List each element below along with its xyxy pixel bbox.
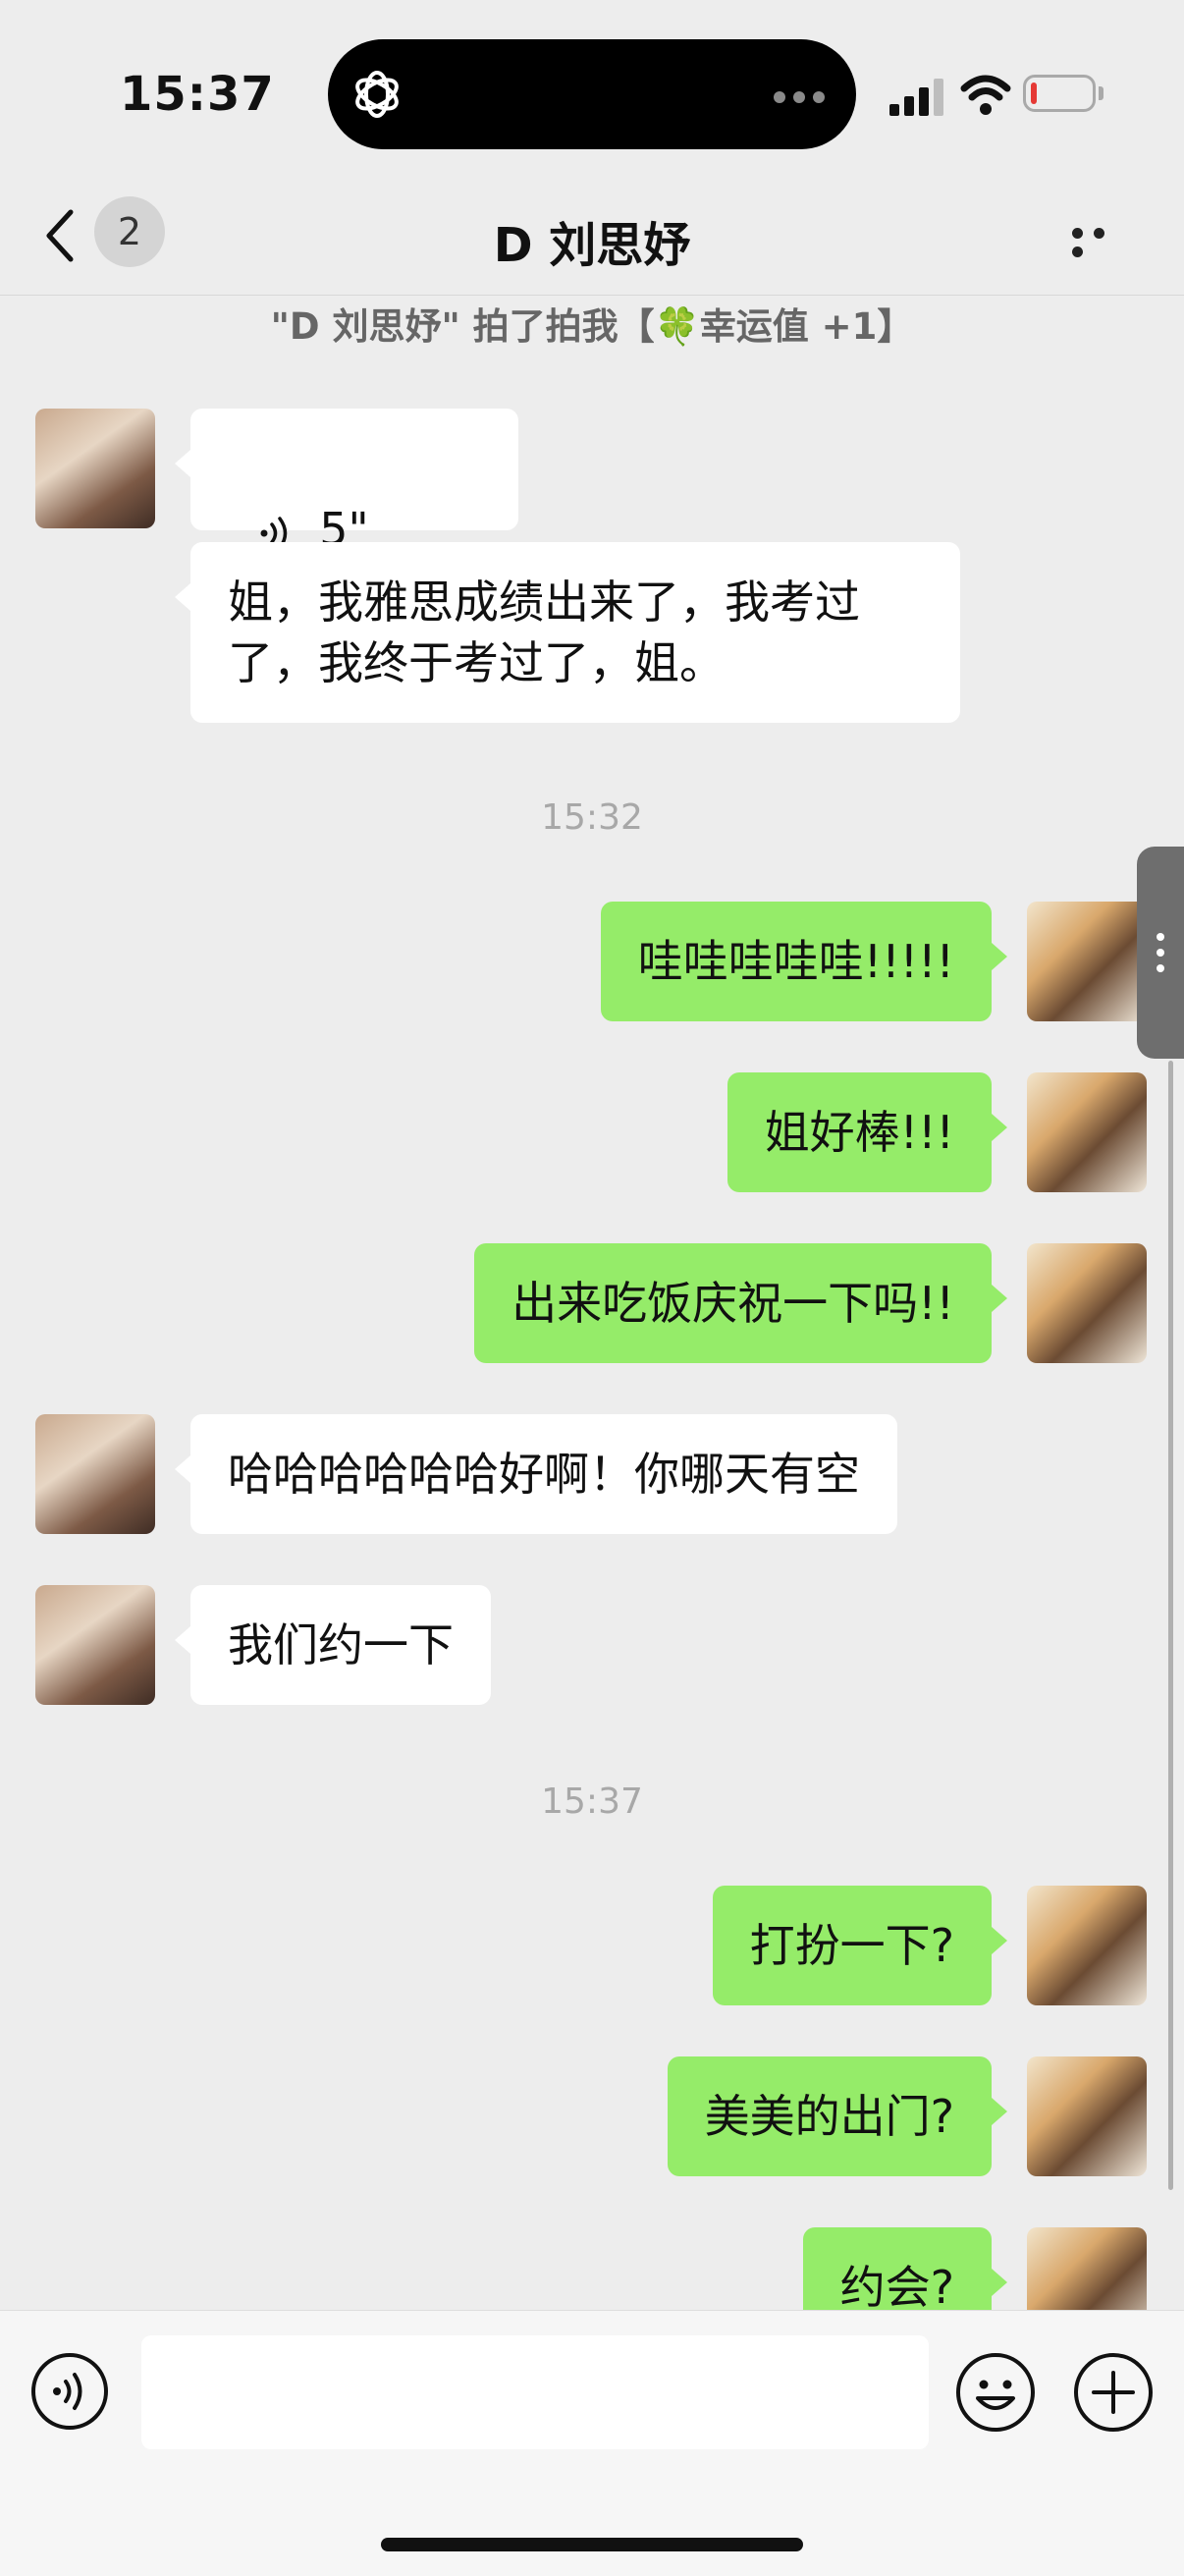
battery-level: [1031, 82, 1037, 104]
message-bubble[interactable]: 我们约一下: [175, 1585, 491, 1705]
my-avatar[interactable]: [1027, 1072, 1147, 1192]
home-indicator: [381, 2538, 803, 2551]
island-dots-icon: [774, 88, 833, 107]
status-bar: 15:37: [0, 0, 1184, 187]
message-input[interactable]: [141, 2335, 929, 2449]
my-avatar[interactable]: [1027, 902, 1147, 1021]
message-bubble[interactable]: 姐好棒!!!: [727, 1072, 1008, 1192]
battery-tip: [1099, 86, 1103, 100]
voice-message-bubble[interactable]: 5": [175, 409, 518, 556]
chat-title: D 刘思妤: [493, 218, 691, 273]
plus-icon[interactable]: [1072, 2351, 1155, 2434]
wifi-icon: [960, 75, 1011, 115]
my-avatar[interactable]: [1027, 2056, 1147, 2176]
pat-notice: "D 刘思妤" 拍了拍我【🍀幸运值 +1】: [270, 305, 914, 348]
chat-timestamp: 15:32: [541, 797, 643, 838]
floating-scroll-handle[interactable]: [1137, 847, 1184, 1059]
cellular-signal-icon: [889, 79, 943, 116]
message-bubble[interactable]: 打扮一下?: [712, 1886, 1008, 2005]
message-bubble[interactable]: 哇哇哇哇哇!!!!!: [600, 902, 1008, 1021]
friend-avatar[interactable]: [35, 409, 155, 528]
chat-timestamp: 15:37: [541, 1781, 643, 1822]
chatgpt-logo-icon: [355, 71, 399, 118]
emoji-icon[interactable]: [954, 2351, 1037, 2434]
message-bubble[interactable]: 哈哈哈哈哈哈好啊！你哪天有空: [175, 1414, 897, 1534]
status-time: 15:37: [120, 67, 275, 122]
my-avatar[interactable]: [1027, 1243, 1147, 1363]
battery-icon: [1023, 75, 1096, 112]
scrollbar[interactable]: [1168, 1061, 1173, 2190]
voice-toggle-icon[interactable]: [29, 2351, 110, 2432]
friend-avatar[interactable]: [35, 1585, 155, 1705]
more-icon[interactable]: [1072, 224, 1131, 257]
message-bubble[interactable]: 姐，我雅思成绩出来了，我考过 了，我终于考过了，姐。: [175, 542, 960, 723]
my-avatar[interactable]: [1027, 1886, 1147, 2005]
friend-avatar[interactable]: [35, 1414, 155, 1534]
message-bubble[interactable]: 美美的出门?: [667, 2056, 1008, 2176]
message-bubble[interactable]: 出来吃饭庆祝一下吗!!: [474, 1243, 1007, 1363]
